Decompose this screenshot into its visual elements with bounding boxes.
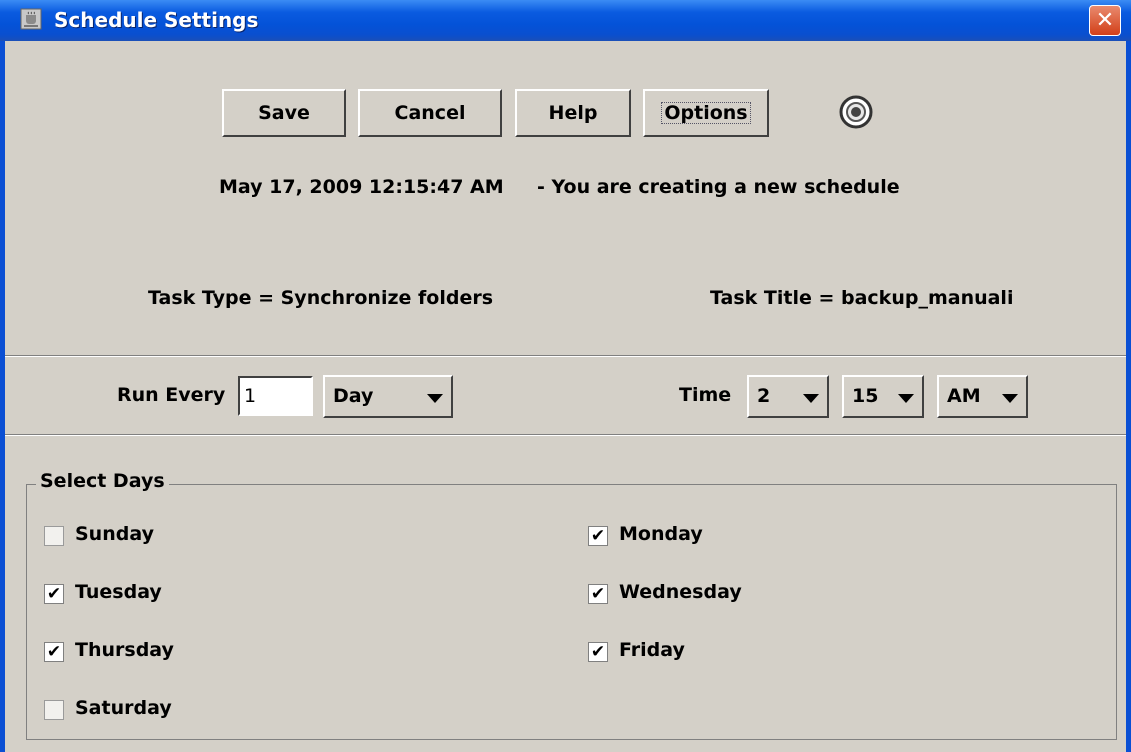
separator-bottom xyxy=(5,434,1126,436)
separator-top xyxy=(5,355,1126,357)
day-label-wednesday: Wednesday xyxy=(619,581,742,603)
help-button[interactable]: Help xyxy=(515,89,631,137)
minute-select[interactable]: 15 xyxy=(842,375,924,418)
checkbox-thursday[interactable]: ✔ xyxy=(44,642,64,662)
task-type: Task Type = Synchronize folders xyxy=(148,287,494,309)
ampm-select[interactable]: AM xyxy=(937,375,1028,418)
hour-value: 2 xyxy=(757,385,771,407)
window-title: Schedule Settings xyxy=(54,8,259,32)
current-datetime: May 17, 2009 12:15:47 AM xyxy=(219,176,504,198)
run-every-label: Run Every xyxy=(117,384,226,406)
checkbox-tuesday[interactable]: ✔ xyxy=(44,584,64,604)
minute-value: 15 xyxy=(852,385,879,407)
interval-unit-value: Day xyxy=(333,385,374,407)
radio-indicator-icon[interactable] xyxy=(839,95,873,129)
day-label-thursday: Thursday xyxy=(75,639,174,661)
interval-unit-select[interactable]: Day xyxy=(323,375,453,418)
hour-select[interactable]: 2 xyxy=(747,375,829,418)
java-cup-icon xyxy=(20,8,42,30)
day-label-friday: Friday xyxy=(619,639,685,661)
checkbox-sunday[interactable] xyxy=(44,526,64,546)
title-bar[interactable]: Schedule Settings ✕ xyxy=(0,0,1131,41)
close-icon: ✕ xyxy=(1095,8,1115,33)
schedule-settings-window: Schedule Settings ✕ Save Cancel Help Opt… xyxy=(0,0,1131,752)
select-days-legend: Select Days xyxy=(36,470,169,492)
chevron-down-icon xyxy=(1002,394,1018,403)
checkbox-monday[interactable]: ✔ xyxy=(588,526,608,546)
select-days-group xyxy=(26,484,1117,740)
checkbox-saturday[interactable] xyxy=(44,700,64,720)
task-title: Task Title = backup_manuali xyxy=(710,287,1014,309)
cancel-label: Cancel xyxy=(394,102,466,124)
checkbox-wednesday[interactable]: ✔ xyxy=(588,584,608,604)
day-label-tuesday: Tuesday xyxy=(75,581,162,603)
day-label-sunday: Sunday xyxy=(75,523,154,545)
status-message: - You are creating a new schedule xyxy=(537,176,900,198)
ampm-value: AM xyxy=(947,385,981,407)
close-button[interactable]: ✕ xyxy=(1089,5,1121,36)
options-button[interactable]: Options xyxy=(643,89,769,137)
day-label-saturday: Saturday xyxy=(75,697,172,719)
chevron-down-icon xyxy=(803,394,819,403)
options-label: Options xyxy=(661,102,751,124)
checkbox-friday[interactable]: ✔ xyxy=(588,642,608,662)
window-frame-right xyxy=(1126,41,1131,752)
cancel-button[interactable]: Cancel xyxy=(358,89,502,137)
day-label-monday: Monday xyxy=(619,523,703,545)
run-every-input[interactable]: 1 xyxy=(238,376,313,416)
save-label: Save xyxy=(258,102,310,124)
chevron-down-icon xyxy=(898,394,914,403)
time-label: Time xyxy=(679,384,732,406)
save-button[interactable]: Save xyxy=(222,89,346,137)
chevron-down-icon xyxy=(427,394,443,403)
help-label: Help xyxy=(548,102,598,124)
